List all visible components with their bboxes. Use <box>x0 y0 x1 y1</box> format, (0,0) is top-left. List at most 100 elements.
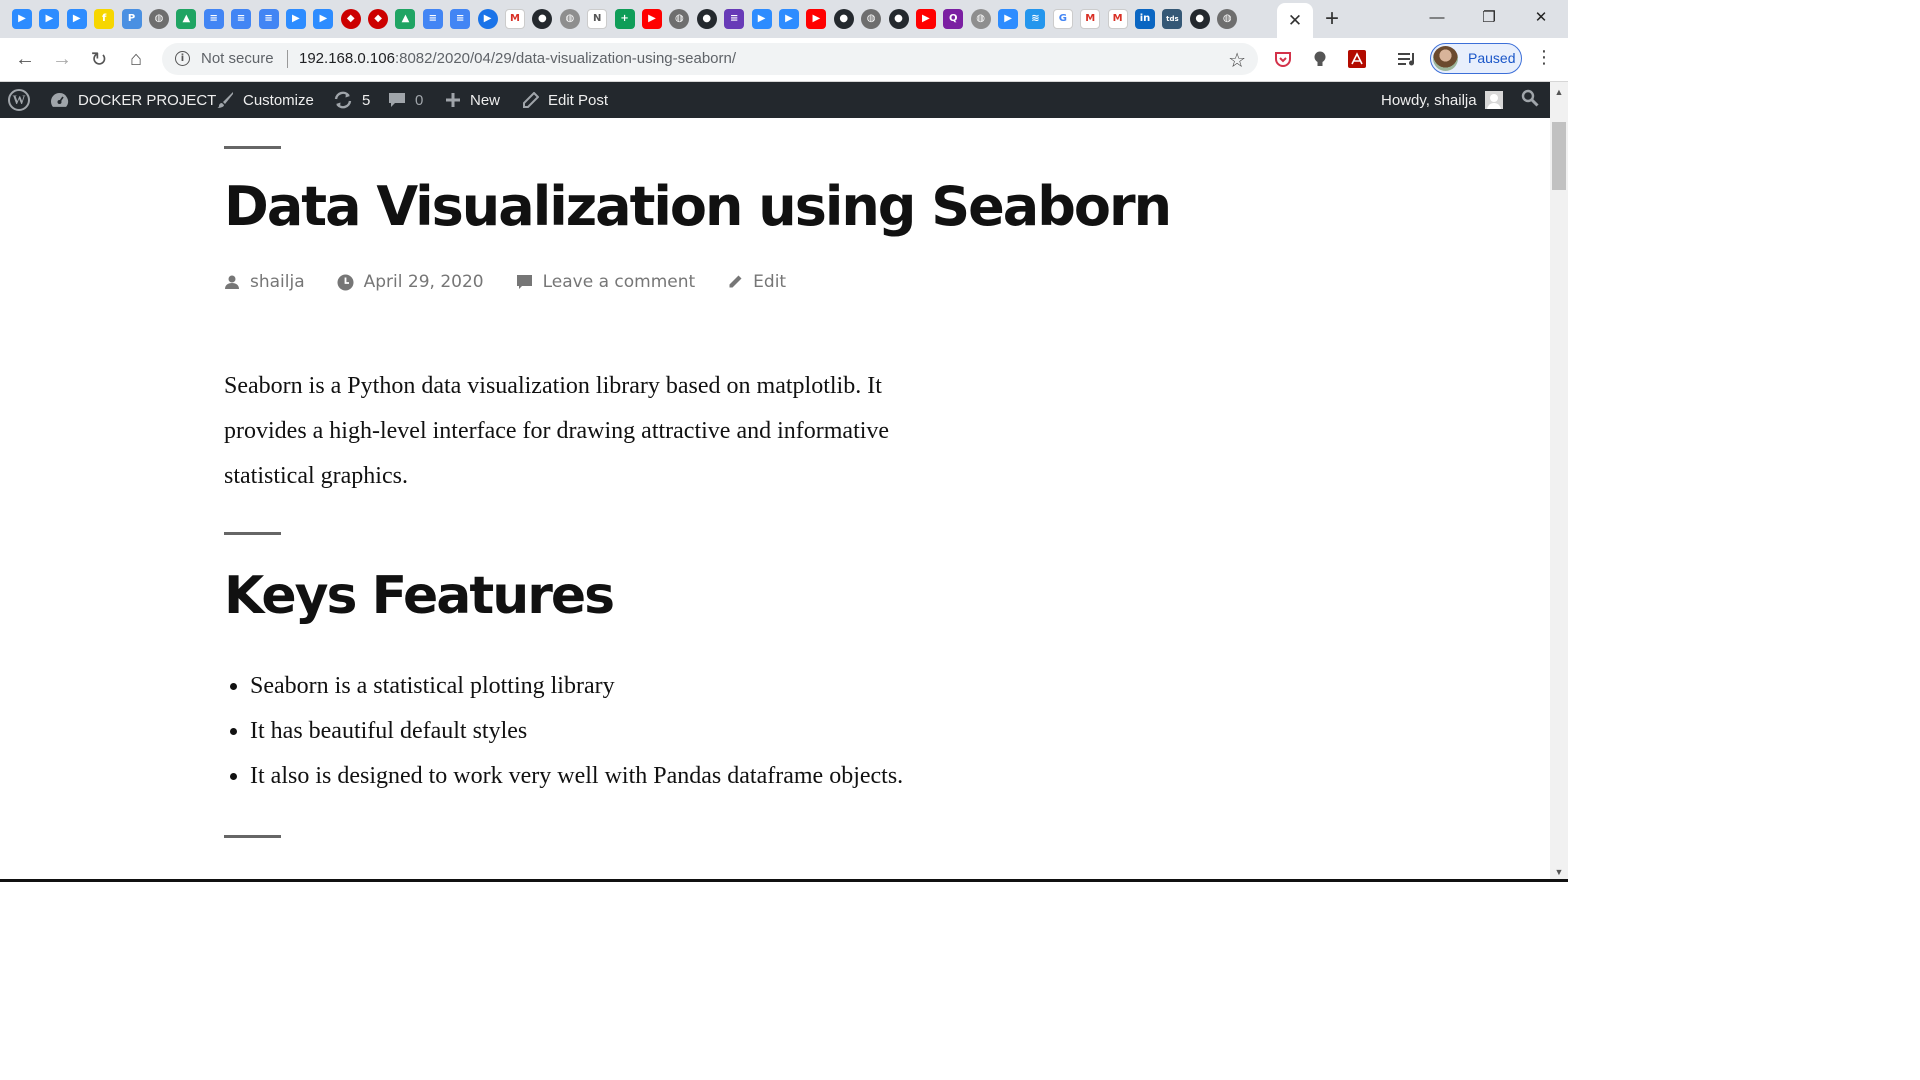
zoom-icon[interactable]: ▶ <box>751 9 772 29</box>
tab-close-icon[interactable]: ✕ <box>1288 12 1302 29</box>
date-text[interactable]: April 29, 2020 <box>364 272 484 292</box>
edit-link-text[interactable]: Edit <box>753 272 786 292</box>
zoom-icon[interactable]: ▶ <box>12 9 32 29</box>
google-docs-icon[interactable]: ≡ <box>450 9 471 29</box>
flipkart-icon[interactable]: f <box>94 9 115 29</box>
redhat-icon[interactable]: ◆ <box>368 9 389 29</box>
linkedin-icon[interactable]: in <box>1135 9 1156 29</box>
url-divider <box>287 50 288 68</box>
globe-icon[interactable]: ◍ <box>970 9 991 29</box>
github-icon[interactable]: ● <box>833 9 854 29</box>
media-control-icon[interactable] <box>1397 49 1417 69</box>
search-icon <box>1521 89 1539 111</box>
zoom-icon[interactable]: ▶ <box>313 9 334 29</box>
author-name[interactable]: shailja <box>250 272 305 292</box>
home-button[interactable]: ⌂ <box>123 46 149 72</box>
bookmark-star-icon[interactable]: ☆ <box>1228 48 1246 73</box>
globe-icon[interactable]: ◍ <box>669 9 690 29</box>
browser-menu-icon[interactable]: ⋮ <box>1535 47 1553 68</box>
paintbrush-icon <box>216 91 234 109</box>
forms-icon[interactable]: ≡ <box>724 9 745 29</box>
github-icon[interactable]: ● <box>1189 9 1210 29</box>
youtube-icon[interactable]: ▶ <box>806 9 827 29</box>
notion-icon[interactable]: N <box>587 9 608 29</box>
post-edit[interactable]: Edit <box>727 272 786 292</box>
pdf-extension-icon[interactable] <box>1347 49 1367 69</box>
google-sheets-icon[interactable]: + <box>614 9 635 29</box>
youtube-icon[interactable]: ▶ <box>915 9 936 29</box>
google-docs-icon[interactable]: ≡ <box>231 9 252 29</box>
zoom-icon[interactable]: ▶ <box>66 9 87 29</box>
post-title: Data Visualization using Seaborn <box>224 175 1172 238</box>
howdy-label: Howdy, shailja <box>1381 91 1477 109</box>
zoom-icon[interactable]: ▶ <box>285 9 306 29</box>
edit-post-link[interactable]: Edit Post <box>522 82 608 118</box>
comments-link-text[interactable]: Leave a comment <box>543 272 696 292</box>
google-docs-icon[interactable]: ≡ <box>203 9 224 29</box>
meet-icon[interactable]: ▶ <box>477 9 498 29</box>
admin-search-button[interactable] <box>1521 82 1539 118</box>
gmail-icon[interactable]: M <box>1107 9 1128 29</box>
zoom-icon[interactable]: ▶ <box>39 9 60 29</box>
site-name-link[interactable]: DOCKER PROJECT <box>50 82 216 118</box>
google-docs-icon[interactable]: ≡ <box>258 9 279 29</box>
google-icon[interactable]: G <box>1052 9 1073 29</box>
github-icon[interactable]: ● <box>532 9 553 29</box>
google-docs-icon[interactable]: ≡ <box>422 9 443 29</box>
google-drive-icon[interactable]: ▲ <box>395 9 416 29</box>
forward-button[interactable]: → <box>49 46 75 72</box>
scroll-up-arrow[interactable]: ▲ <box>1550 85 1568 99</box>
profile-button[interactable]: Paused <box>1430 43 1522 74</box>
post-date[interactable]: April 29, 2020 <box>337 272 484 292</box>
section-heading: Keys Features <box>224 566 615 626</box>
zoom-icon[interactable]: ▶ <box>778 9 799 29</box>
pocket-extension-icon[interactable] <box>1273 49 1293 69</box>
github-icon[interactable]: ● <box>888 9 909 29</box>
reload-button[interactable]: ↻ <box>86 46 112 72</box>
scroll-down-arrow[interactable]: ▼ <box>1550 865 1568 879</box>
redhat-icon[interactable]: ◆ <box>340 9 361 29</box>
active-tab[interactable]: ✕ <box>1277 3 1313 38</box>
comments-link[interactable]: 0 <box>388 82 423 118</box>
window-close-button[interactable]: ✕ <box>1514 0 1568 34</box>
tds-icon[interactable]: tds <box>1162 9 1183 29</box>
avatar <box>1484 91 1503 109</box>
post-author[interactable]: shailja <box>224 272 305 292</box>
customize-link[interactable]: Customize <box>216 82 314 118</box>
post-comments[interactable]: Leave a comment <box>516 272 696 292</box>
tab-favicon-row: ▶ ▶ ▶ f P ◍ ▲ ≡ ≡ ≡ ▶ ▶ ◆ ◆ ▲ ≡ ≡ ▶ M ● ◍ N + ▶ ◍ ● ≡ ▶ ▶ ▶ ● ◍ ● ▶ Q ◍ ▶ ≋ G M… <box>12 9 1245 29</box>
new-tab-button[interactable]: + <box>1325 6 1339 32</box>
gmail-icon[interactable]: M <box>505 9 526 29</box>
scroll-thumb[interactable] <box>1552 122 1566 190</box>
security-status[interactable]: Not secure <box>201 50 274 67</box>
youtube-icon[interactable]: ▶ <box>641 9 662 29</box>
url-host: 192.168.0.106 <box>299 50 395 67</box>
back-button[interactable]: ← <box>12 46 38 72</box>
github-icon[interactable]: ● <box>696 9 717 29</box>
app-icon[interactable]: Q <box>943 9 964 29</box>
url-path: :8082/2020/04/29/data-visualization-usin… <box>394 50 737 67</box>
updates-link[interactable]: 5 <box>333 82 370 118</box>
globe-icon[interactable]: ◍ <box>861 9 882 29</box>
lightbulb-extension-icon[interactable] <box>1310 49 1330 69</box>
globe-icon[interactable]: ◍ <box>559 9 580 29</box>
new-content-link[interactable]: New <box>445 82 500 118</box>
app-icon[interactable]: P <box>121 9 142 29</box>
docker-icon[interactable]: ≋ <box>1025 9 1046 29</box>
gmail-icon[interactable]: M <box>1080 9 1101 29</box>
google-drive-icon[interactable]: ▲ <box>176 9 197 29</box>
page-scrollbar[interactable]: ▲ ▼ <box>1550 82 1568 882</box>
intro-paragraph: Seaborn is a Python data visualization l… <box>224 373 890 489</box>
restore-button[interactable]: ❐ <box>1462 0 1516 34</box>
list-item: It also is designed to work very well wi… <box>250 754 903 799</box>
info-icon[interactable]: i <box>175 51 190 66</box>
url-text[interactable]: 192.168.0.106:8082/2020/04/29/data-visua… <box>299 50 736 67</box>
wordpress-logo-button[interactable]: W <box>8 82 30 118</box>
minimize-button[interactable]: — <box>1410 0 1464 34</box>
person-icon <box>224 274 240 290</box>
globe-icon[interactable]: ◍ <box>1217 9 1238 29</box>
globe-icon[interactable]: ◍ <box>148 9 169 29</box>
address-bar[interactable]: i Not secure 192.168.0.106:8082/2020/04/… <box>162 43 1258 75</box>
my-account-link[interactable]: Howdy, shailja <box>1381 82 1503 118</box>
zoom-icon[interactable]: ▶ <box>998 9 1019 29</box>
